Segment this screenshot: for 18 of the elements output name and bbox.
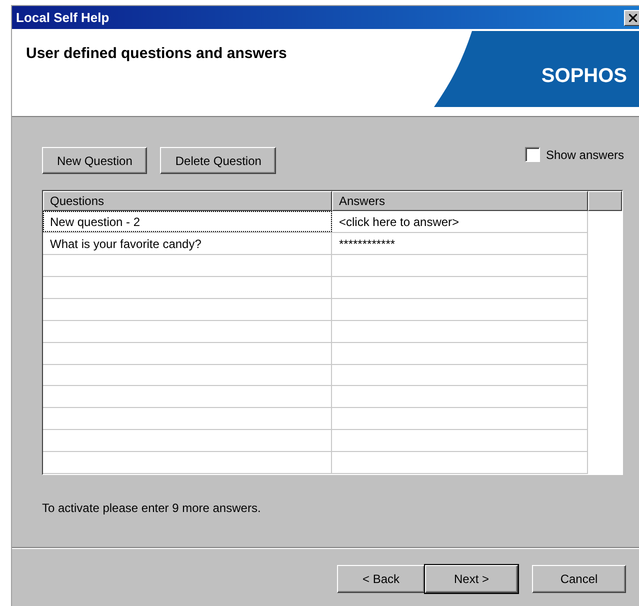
back-button[interactable]: < Back (337, 565, 425, 593)
question-cell[interactable]: What is your favorite candy? (43, 233, 332, 254)
delete-question-button[interactable]: Delete Question (160, 147, 276, 174)
column-header[interactable]: Questions (43, 191, 332, 212)
show-answers-checkbox[interactable]: Show answers (524, 147, 624, 162)
question-cell[interactable]: New question - 2 (43, 211, 332, 232)
cancel-button[interactable]: Cancel (532, 565, 626, 593)
status-message: To activate please enter 9 more answers. (42, 501, 262, 515)
page-heading: User defined questions and answers (26, 45, 287, 63)
next-button[interactable]: Next > (425, 565, 518, 593)
answer-cell[interactable]: ************ (332, 233, 588, 254)
new-question-button[interactable]: New Question (42, 147, 148, 174)
logo: SOPHOS (434, 31, 639, 107)
close-icon (629, 14, 637, 22)
window-title: Local Self Help (16, 10, 110, 25)
answer-cell[interactable]: <click here to answer> (332, 211, 588, 232)
close-button[interactable] (624, 10, 639, 26)
column-header[interactable]: Answers (332, 191, 588, 212)
